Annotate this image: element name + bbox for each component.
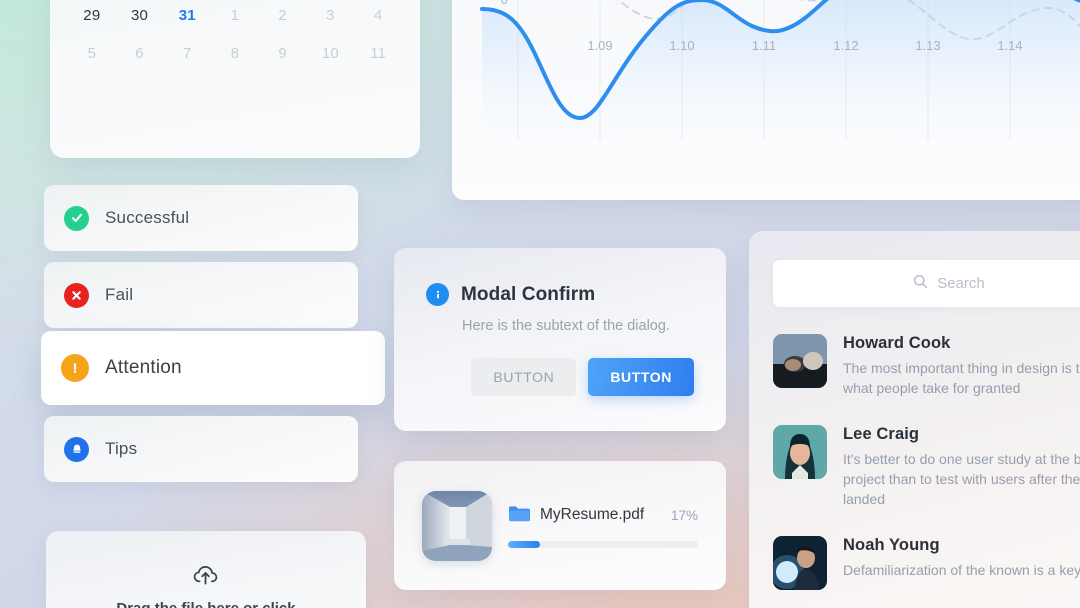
upload-details: MyResume.pdf 17%: [508, 504, 698, 548]
alert-attention[interactable]: Attention: [41, 331, 385, 405]
upload-percent-label: 17%: [670, 507, 698, 523]
modal-header: Modal Confirm: [426, 283, 694, 306]
user-name: Howard Cook: [843, 334, 951, 352]
calendar-day[interactable]: 29: [68, 0, 116, 34]
calendar-day[interactable]: 4: [354, 0, 402, 34]
x-tick-4: 1.13: [915, 38, 940, 53]
user-list-item[interactable]: Howard Cook The most important thing in d…: [773, 334, 1080, 398]
y-tick-0: 0: [501, 0, 508, 7]
x-tick-1: 1.10: [669, 38, 694, 53]
search-icon: [913, 274, 928, 294]
calendar-day[interactable]: 9: [259, 34, 307, 72]
modal-subtext: Here is the subtext of the dialog.: [462, 318, 670, 334]
chart-area-fill: [482, 0, 1080, 140]
modal-secondary-button[interactable]: BUTTON: [471, 358, 577, 396]
alert-tips[interactable]: Tips: [44, 416, 358, 482]
avatar-lee-craig: [773, 425, 827, 479]
user-text: Howard Cook The most important thing in d…: [843, 334, 1080, 398]
calendar-day[interactable]: 8: [211, 34, 259, 72]
calendar-day[interactable]: 6: [116, 34, 164, 72]
modal-confirm-dialog[interactable]: Modal Confirm Here is the subtext of the…: [394, 248, 726, 431]
chart-svg: 400 200 0 1.09 1.10 1.11 1.12 1.13 1.14 …: [480, 0, 1080, 140]
upload-progress-bar: [508, 540, 698, 548]
user-quote: It's better to do one user study at the …: [843, 451, 1080, 507]
search-bar[interactable]: Search: [773, 260, 1080, 307]
upload-progress-card[interactable]: MyResume.pdf 17%: [394, 461, 726, 590]
user-text: Lee Craig It's better to do one user stud…: [843, 425, 1080, 509]
alert-label: Fail: [105, 285, 134, 304]
calendar-day[interactable]: 5: [68, 34, 116, 72]
calendar-day[interactable]: 10: [307, 34, 355, 72]
search-placeholder: Search: [937, 275, 985, 292]
calendar-day[interactable]: 31: [163, 0, 211, 34]
user-text: Noah Young Defamiliarization of the known…: [843, 536, 1080, 590]
user-items-container: Howard Cook The most important thing in d…: [773, 334, 1080, 590]
bell-circle-icon: [64, 436, 89, 462]
avatar-noah-young: [773, 536, 827, 590]
cloud-upload-icon: [193, 564, 219, 591]
upload-progress-fill: [508, 540, 541, 548]
avatar-howard-cook: [773, 334, 827, 388]
x-tick-5: 1.14: [997, 38, 1022, 53]
calendar-grid: 1516171819202122232425262728293031123456…: [50, 0, 420, 72]
x-tick-0: 1.09: [587, 38, 612, 53]
user-list-item[interactable]: Noah Young Defamiliarization of the known…: [773, 536, 1080, 590]
user-list-item[interactable]: Lee Craig It's better to do one user stud…: [773, 425, 1080, 509]
calendar-day[interactable]: 1: [211, 0, 259, 34]
dropzone-title: Drag the file here or click: [116, 600, 295, 608]
line-chart-panel[interactable]: 400 200 0 1.09 1.10 1.11 1.12 1.13 1.14 …: [452, 0, 1080, 200]
folder-icon: [508, 504, 530, 527]
alert-label: Attention: [105, 357, 182, 378]
modal-primary-button[interactable]: BUTTON: [588, 358, 694, 396]
upload-filename: MyResume.pdf: [540, 506, 645, 523]
info-circle-icon: [426, 283, 449, 306]
calendar-day[interactable]: 30: [116, 0, 164, 34]
x-tick-3: 1.12: [833, 38, 858, 53]
file-dropzone[interactable]: Drag the file here or click Support PNG,…: [46, 531, 366, 608]
calendar-day[interactable]: 2: [259, 0, 307, 34]
modal-actions: BUTTON BUTTON: [426, 358, 694, 396]
modal-title: Modal Confirm: [461, 283, 596, 305]
user-quote: The most important thing in design is to…: [843, 360, 1080, 396]
user-name: Noah Young: [843, 536, 940, 554]
user-name: Lee Craig: [843, 425, 920, 443]
alert-successful[interactable]: Successful: [44, 185, 358, 251]
check-circle-icon: [64, 205, 89, 231]
chart-y-axis: 400 200 0: [501, 0, 508, 7]
calendar-day[interactable]: 3: [307, 0, 355, 34]
alert-fail[interactable]: Fail: [44, 262, 358, 328]
calendar-panel[interactable]: 1516171819202122232425262728293031123456…: [50, 0, 420, 158]
user-list-panel[interactable]: Search Howard Cook The most important thi…: [749, 231, 1080, 608]
alert-label: Tips: [105, 439, 138, 458]
x-circle-icon: [64, 282, 89, 308]
x-tick-2: 1.11: [752, 38, 776, 53]
calendar-day[interactable]: 7: [163, 34, 211, 72]
room-interior-thumbnail: [422, 490, 492, 561]
calendar-day[interactable]: 11: [354, 34, 402, 72]
user-quote: Defamiliarization of the known is a key: [843, 562, 1080, 578]
exclamation-circle-icon: [61, 354, 89, 382]
alert-label: Successful: [105, 208, 190, 227]
